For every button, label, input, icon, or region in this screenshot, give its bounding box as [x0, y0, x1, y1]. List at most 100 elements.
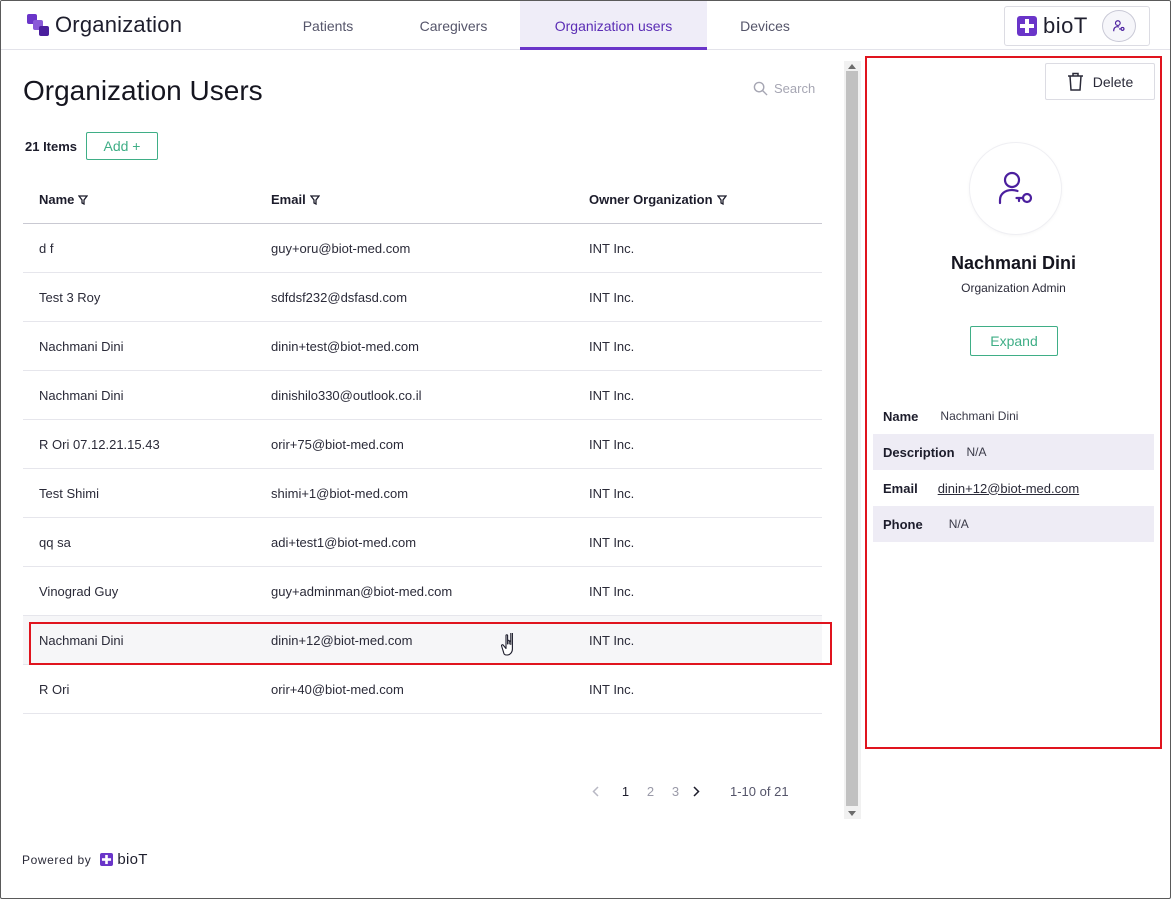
detail-row-name: Name Nachmani Dini [873, 398, 1154, 434]
cell-name: Test Shimi [39, 486, 99, 501]
cell-email: adi+test1@biot-med.com [271, 535, 417, 550]
cell-email: orir+40@biot-med.com [271, 682, 404, 697]
user-key-icon [998, 171, 1032, 204]
cell-owner-organization: INT Inc. [589, 682, 635, 697]
detail-row-email: Email dinin+12@biot-med.com [873, 470, 1154, 506]
chevron-left-icon [591, 785, 599, 797]
prev-page-button[interactable] [587, 785, 603, 797]
table-row[interactable]: R Ori 07.12.21.15.43 orir+75@biot-med.co… [23, 420, 822, 469]
brand-name: bioT [1043, 13, 1088, 38]
detail-label: Description [883, 444, 955, 460]
page-2[interactable]: 2 [638, 784, 663, 799]
cell-owner-organization: INT Inc. [589, 584, 635, 599]
detail-label: Email [883, 480, 918, 496]
table-row[interactable]: d f guy+oru@biot-med.com INT Inc. [23, 224, 822, 273]
scrollbar[interactable] [844, 61, 861, 819]
cell-name: Test 3 Roy [39, 290, 101, 305]
hand-pointer-cursor-icon [501, 633, 513, 656]
cell-name: d f [39, 241, 54, 256]
powered-by-label: Powered by [22, 852, 92, 867]
chevron-right-icon [692, 785, 700, 797]
table-row[interactable]: Nachmani Dini dinin+test@biot-med.com IN… [23, 322, 822, 371]
user-full-name: Nachmani Dini [950, 253, 1077, 273]
user-avatar [970, 143, 1061, 234]
cell-owner-organization: INT Inc. [589, 437, 635, 452]
user-role: Organization Admin [961, 281, 1066, 295]
search-field[interactable]: Search [753, 81, 815, 96]
table-row-selected[interactable]: Nachmani Dini dinin+12@biot-med.com INT … [23, 616, 822, 665]
expand-button[interactable]: Expand [970, 326, 1058, 356]
detail-label: Phone [883, 516, 923, 532]
delete-label: Delete [1092, 73, 1134, 90]
table-row[interactable]: R Ori orir+40@biot-med.com INT Inc. [23, 665, 822, 714]
items-count: 21 Items [25, 139, 78, 154]
cell-name: R Ori [39, 682, 70, 697]
cell-owner-organization: INT Inc. [589, 339, 635, 354]
tab-organization-users[interactable]: Organization users [520, 1, 707, 50]
table-row[interactable]: Vinograd Guy guy+adminman@biot-med.com I… [23, 567, 822, 616]
cell-name: Nachmani Dini [39, 339, 124, 354]
brand-box: bioT [1004, 6, 1150, 46]
cell-name: R Ori 07.12.21.15.43 [39, 437, 160, 452]
cell-email: guy+adminman@biot-med.com [271, 584, 453, 599]
detail-row-phone: Phone N/A [873, 506, 1154, 542]
user-key-icon [1113, 20, 1125, 32]
tab-patients[interactable]: Patients [269, 1, 387, 50]
footer: Powered by bioT [22, 851, 148, 868]
cell-email: dinishilo330@outlook.co.il [271, 388, 422, 403]
cell-owner-organization: INT Inc. [589, 486, 635, 501]
search-placeholder: Search [774, 81, 816, 96]
tab-caregivers[interactable]: Caregivers [387, 1, 520, 50]
column-header-email[interactable]: Email [271, 192, 320, 207]
scroll-down-arrow-icon[interactable] [848, 811, 856, 816]
detail-value: N/A [948, 517, 969, 531]
cell-owner-organization: INT Inc. [589, 241, 635, 256]
page-title: Organization Users [23, 75, 263, 106]
cell-email: dinin+test@biot-med.com [271, 339, 419, 354]
delete-button[interactable]: Delete [1045, 63, 1155, 100]
filter-icon[interactable] [716, 194, 727, 205]
column-header-owner-organization[interactable]: Owner Organization [589, 192, 727, 207]
tab-devices[interactable]: Devices [707, 1, 823, 50]
cell-owner-organization: INT Inc. [589, 388, 635, 403]
pagination-range: 1-10 of 21 [730, 783, 789, 799]
email-link[interactable]: dinin+12@biot-med.com [938, 481, 1079, 496]
cell-email: guy+oru@biot-med.com [271, 241, 411, 256]
scroll-thumb[interactable] [846, 71, 858, 806]
column-header-name[interactable]: Name [39, 192, 89, 207]
user-menu-avatar[interactable] [1102, 10, 1136, 42]
detail-label: Name [883, 408, 919, 424]
cell-name: Nachmani Dini [39, 388, 124, 403]
table-header: Name Email Owner Organization [23, 176, 822, 224]
table-row[interactable]: Test 3 Roy sdfdsf232@dsfasd.com INT Inc. [23, 273, 822, 322]
filter-icon[interactable] [78, 194, 89, 205]
table-row[interactable]: qq sa adi+test1@biot-med.com INT Inc. [23, 518, 822, 567]
detail-value: N/A [966, 445, 987, 459]
cell-name: Vinograd Guy [39, 584, 119, 599]
trash-icon [1067, 72, 1083, 91]
filter-icon[interactable] [309, 194, 320, 205]
cell-email: orir+75@biot-med.com [271, 437, 404, 452]
page-1[interactable]: 1 [613, 784, 638, 799]
footer-brand: bioT [100, 851, 147, 868]
pagination: 1 2 3 1-10 of 21 [587, 781, 789, 801]
cell-owner-organization: INT Inc. [589, 290, 635, 305]
search-icon [753, 81, 768, 96]
user-details-panel: Delete Nachmani Dini Organization Admin … [865, 56, 1162, 749]
next-page-button[interactable] [688, 785, 704, 797]
app-window: Organization Patients Caregivers Organiz… [0, 0, 1171, 899]
add-button[interactable]: Add + [86, 132, 158, 160]
cell-owner-organization: INT Inc. [589, 633, 635, 648]
app-logo[interactable]: Organization [27, 12, 182, 37]
organization-logo-icon [27, 14, 49, 36]
table-row[interactable]: Test Shimi shimi+1@biot-med.com INT Inc. [23, 469, 822, 518]
page-3[interactable]: 3 [663, 784, 688, 799]
main-nav: Patients Caregivers Organization users D… [269, 1, 823, 50]
cell-email: sdfdsf232@dsfasd.com [271, 290, 408, 305]
cell-name: qq sa [39, 535, 71, 550]
footer-brand-name: bioT [117, 851, 148, 868]
top-bar: Organization Patients Caregivers Organiz… [1, 1, 1170, 50]
table-row[interactable]: Nachmani Dini dinishilo330@outlook.co.il… [23, 371, 822, 420]
scroll-up-arrow-icon[interactable] [848, 64, 856, 69]
cell-owner-organization: INT Inc. [589, 535, 635, 550]
